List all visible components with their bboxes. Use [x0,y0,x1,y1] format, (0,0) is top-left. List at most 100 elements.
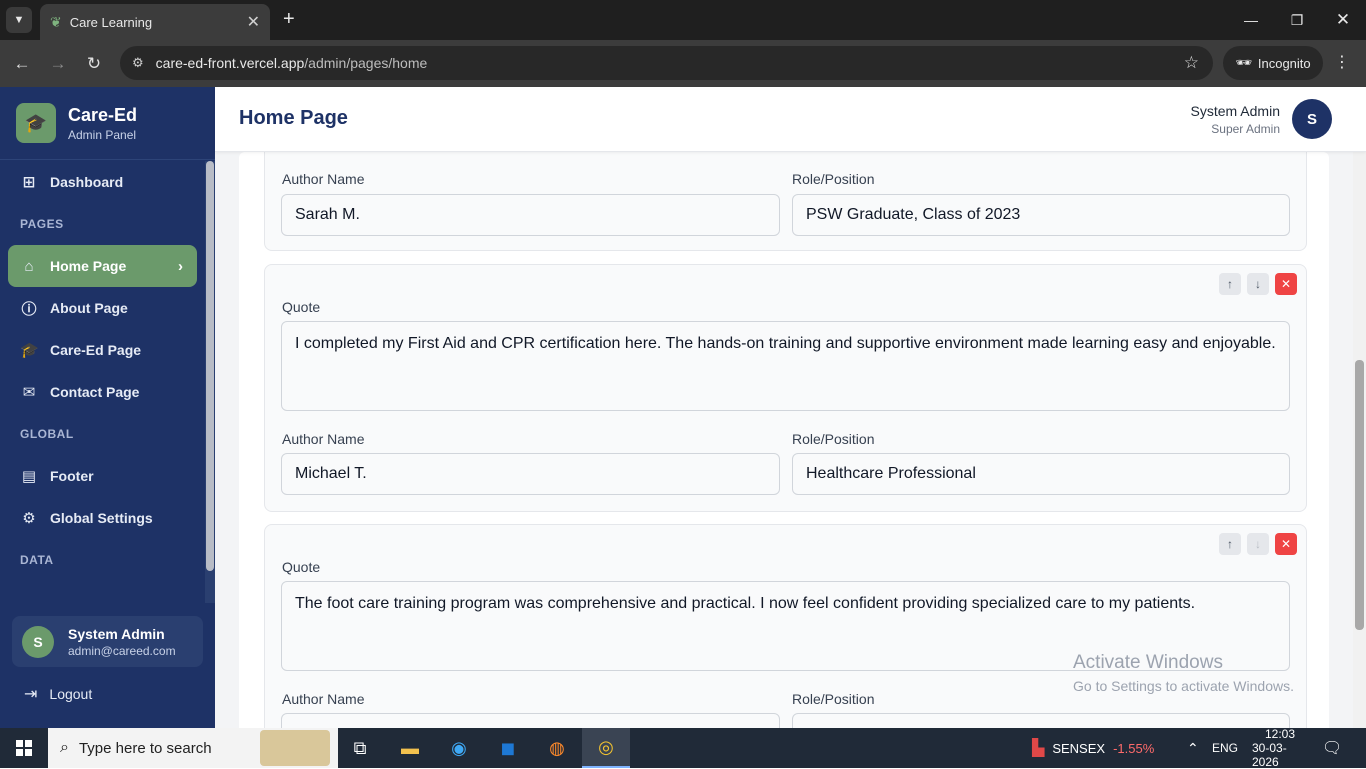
header-avatar[interactable]: S [1292,99,1332,139]
author-input[interactable]: Michael T. [281,453,780,495]
browser-tab[interactable]: ❦ Care Learning ✕ [40,4,270,40]
sidebar-item-contact[interactable]: ✉ Contact Page [8,371,197,413]
delete-button[interactable]: ✕ [1275,533,1297,555]
language-indicator[interactable]: ENG [1212,728,1238,768]
mail-icon: ✉ [22,384,36,401]
sidebar-item-dashboard[interactable]: ⊞ Dashboard [8,161,197,203]
minimize-icon[interactable]: — [1228,0,1274,40]
sidebar-item-home[interactable]: ⌂ Home Page › [8,245,197,287]
section-global: GLOBAL [20,427,74,441]
file-explorer-icon[interactable]: ▬ [386,728,434,768]
address-bar[interactable]: ⚙ care-ed-front.vercel.app/admin/pages/h… [120,46,1213,80]
header-user-role: Super Admin [1211,122,1280,136]
sidebar-scrollbar-thumb[interactable] [206,161,214,571]
role-input[interactable]: PSW Graduate, Class of 2023 [792,194,1290,236]
tab-close-icon[interactable]: ✕ [247,12,260,32]
search-highlight-image [260,730,330,766]
back-icon[interactable]: ← [4,54,40,74]
window-close-icon[interactable]: ✕ [1320,0,1366,40]
tab-search-icon[interactable]: ▼ [6,7,32,33]
clock-time: 12:03 [1264,727,1296,741]
sidebar-nav: ⊞ Dashboard PAGES ⌂ Home Page › ⓘ About … [0,161,205,603]
taskbar-search[interactable]: ⌕ Type here to search [48,728,338,768]
role-label: Role/Position [792,431,875,447]
restore-icon[interactable]: ❐ [1274,0,1320,40]
role-input[interactable] [792,713,1290,728]
graduation-cap-icon: 🎓 [20,342,39,359]
browser-toolbar: ← → ↻ ⚙ care-ed-front.vercel.app/admin/p… [0,40,1366,87]
windows-start-icon[interactable] [0,728,48,768]
stock-chart-icon: ▙ [1032,740,1045,757]
notifications-icon[interactable]: 🗨 [1322,728,1342,768]
sidebar-item-about[interactable]: ⓘ About Page [8,287,197,329]
forward-icon[interactable]: → [40,54,76,74]
stock-widget[interactable]: ▙ SENSEX -1.55% [1032,728,1154,768]
url-host: care-ed-front.vercel.app [155,55,305,71]
header-user-info: System Admin Super Admin [1191,103,1280,136]
role-label: Role/Position [792,171,875,187]
watermark-title: Activate Windows [1073,652,1223,673]
sidebar-user-card: S System Admin admin@careed.com [12,616,203,667]
testimonial-card: ↑ ↓ ✕ Quote The foot care training progr… [264,524,1307,728]
author-label: Author Name [282,691,365,707]
sidebar-item-label: Footer [50,468,94,484]
browser-menu-icon[interactable]: ⋮ [1334,52,1350,72]
quote-label: Quote [282,299,321,315]
author-input[interactable]: Sarah M. [281,194,780,236]
clock[interactable]: 12:03 30-03-2026 [1252,727,1308,769]
taskbar: ⌕ Type here to search ⧉ ▬ ◉ ◼ ◍ ◎ ▙ SENS… [0,727,1366,769]
grid-icon: ⊞ [22,174,36,191]
chevron-right-icon: › [178,257,183,275]
firefox-icon[interactable]: ◍ [533,728,581,768]
clock-date: 30-03-2026 [1252,741,1287,769]
bookmark-star-icon[interactable]: ☆ [1184,53,1199,73]
move-up-button[interactable]: ↑ [1219,533,1241,555]
graduation-cap-logo-icon: 🎓 [16,103,56,143]
delete-button[interactable]: ✕ [1275,273,1297,295]
sidebar-item-label: Global Settings [50,510,153,526]
section-data: DATA [20,553,54,567]
role-input[interactable]: Healthcare Professional [792,453,1290,495]
main-scrollbar-thumb[interactable] [1355,360,1364,630]
avatar: S [22,625,54,658]
task-view-icon[interactable]: ⧉ [336,728,384,768]
sidebar-item-careed[interactable]: 🎓 Care-Ed Page [8,329,197,371]
edge-icon[interactable]: ◉ [435,728,483,768]
tray-chevron-up-icon[interactable]: ⌃ [1187,728,1199,768]
incognito-icon: 🕶 [1235,55,1252,70]
sidebar-item-settings[interactable]: ⚙ Global Settings [8,497,197,539]
reload-icon[interactable]: ↻ [76,54,112,74]
favicon-icon: ❦ [50,13,62,30]
quote-textarea[interactable]: I completed my First Aid and CPR certifi… [281,321,1290,411]
new-tab-icon[interactable]: + [283,8,295,31]
logout-icon: ⇥ [24,686,38,703]
author-input[interactable] [281,713,780,728]
watermark-subtitle: Go to Settings to activate Windows. [1073,678,1294,694]
section-pages: PAGES [20,217,64,231]
layout-icon: ▤ [21,468,37,485]
move-down-button[interactable]: ↓ [1247,273,1269,295]
quote-label: Quote [282,559,321,575]
search-icon: ⌕ [60,739,69,756]
logout-button[interactable]: ⇥ Logout [24,684,92,704]
brand-subtitle: Admin Panel [68,127,137,142]
home-icon: ⌂ [24,257,34,275]
incognito-indicator[interactable]: 🕶 Incognito [1223,46,1323,80]
brand: 🎓 Care-Ed Admin Panel [0,87,215,160]
author-label: Author Name [282,431,365,447]
ticker-name: SENSEX [1052,740,1106,756]
info-icon: ⓘ [21,300,37,318]
tab-title: Care Learning [69,14,153,30]
sidebar-item-label: About Page [50,300,128,316]
author-label: Author Name [282,171,365,187]
move-down-button[interactable]: ↓ [1247,533,1269,555]
move-up-button[interactable]: ↑ [1219,273,1241,295]
outlook-icon[interactable]: ◼ [484,728,532,768]
main-content: Author Name Role/Position Sarah M. PSW G… [215,152,1353,728]
user-email: admin@careed.com [68,643,176,658]
brand-name: Care-Ed [68,104,138,125]
chrome-icon[interactable]: ◎ [582,728,630,768]
sidebar-item-footer[interactable]: ▤ Footer [8,455,197,497]
url-path: /admin/pages/home [304,55,428,71]
site-settings-icon[interactable]: ⚙ [132,55,144,71]
